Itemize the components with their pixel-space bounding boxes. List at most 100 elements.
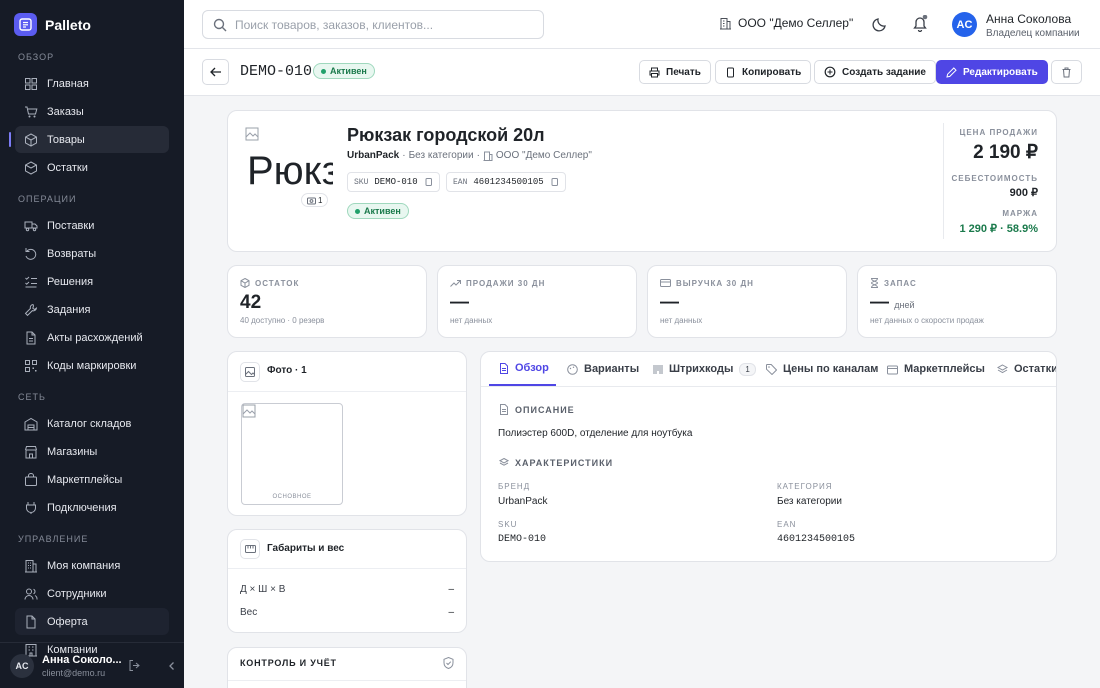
sidebar-item-stores[interactable]: Магазины (15, 438, 169, 465)
product-toolbar: DEMO-010 Активен Печать Копировать Созда… (184, 49, 1100, 96)
sidebar-item-marking-codes[interactable]: Коды маркировки (15, 352, 169, 379)
sale-price: 2 190 ₽ (973, 142, 1038, 163)
stat-value: — (450, 292, 469, 313)
hourglass-icon (870, 278, 879, 288)
printer-icon (649, 67, 660, 78)
sidebar-item-home[interactable]: Главная (15, 70, 169, 97)
document-icon (499, 404, 509, 415)
stat-card-reserve: ЗАПАС — дней нет данных о скорости прода… (857, 265, 1057, 338)
company-switcher[interactable]: ООО "Демо Селлер" (719, 16, 853, 30)
barcode-icon (653, 364, 663, 375)
stat-header: ЗАПАС (870, 278, 917, 288)
sidebar-item-label: Решения (47, 275, 94, 288)
back-button[interactable] (202, 59, 229, 85)
broken-image-icon (245, 127, 259, 141)
main-photo-thumb[interactable]: ОСНОВНОЕ (241, 403, 343, 505)
stat-sub: нет данных (660, 316, 703, 325)
sidebar-item-products[interactable]: Товары (9, 126, 169, 153)
sidebar-nav: ОБЗОР Главная Заказы Товары Остатки ОПЕР… (0, 52, 184, 664)
delete-button[interactable] (1051, 60, 1082, 84)
layers-icon (997, 363, 1008, 375)
sidebar-item-tasks[interactable]: Задания (15, 296, 169, 323)
copy-icon[interactable] (424, 177, 433, 187)
status-dot (321, 68, 326, 74)
sidebar-item-label: Поставки (47, 219, 95, 232)
tab-barcodes[interactable]: Штрихкоды 1 (653, 352, 756, 386)
copy-label: Копировать (742, 66, 802, 78)
sidebar-item-connections[interactable]: Подключения (15, 494, 169, 521)
tab-stock[interactable]: Остатки (997, 352, 1057, 386)
sidebar-item-stock[interactable]: Остатки (15, 154, 169, 181)
search-input[interactable] (235, 17, 525, 32)
control-card[interactable]: КОНТРОЛЬ И УЧЁТ (227, 647, 467, 688)
divider (228, 568, 466, 569)
cost-label: СЕБЕСТОИМОСТЬ (951, 174, 1038, 183)
brand[interactable]: Palleto (14, 13, 91, 36)
sidebar-user-email: client@demo.ru (42, 667, 106, 678)
sidebar-item-my-company[interactable]: Моя компания (15, 552, 169, 579)
sidebar-item-returns[interactable]: Возвраты (15, 240, 169, 267)
building-icon (719, 17, 732, 30)
avatar[interactable]: AC (952, 12, 977, 37)
sku-chip: SKU DEMO-010 (347, 172, 440, 192)
users-icon (24, 587, 38, 601)
logout-icon[interactable] (128, 659, 141, 672)
create-task-button[interactable]: Создать задание (814, 60, 936, 84)
sidebar-item-discrepancy-acts[interactable]: Акты расхождений (15, 324, 169, 351)
camera-icon (307, 196, 316, 205)
product-image[interactable]: Рюкз (245, 127, 333, 199)
create-task-label: Создать задание (842, 66, 926, 78)
avatar[interactable]: AC (10, 653, 34, 678)
store-icon (887, 364, 898, 375)
stat-header: ПРОДАЖИ 30 ДН (450, 278, 545, 288)
sidebar-item-supplies[interactable]: Поставки (15, 212, 169, 239)
photos-title: Фото · 1 (267, 365, 307, 376)
photo-count-chip[interactable]: 1 (301, 193, 329, 207)
bell-icon[interactable] (912, 15, 928, 32)
sidebar-item-label: Возвраты (47, 247, 97, 260)
header-user-info[interactable]: Анна Соколова Владелец компании (986, 12, 1080, 39)
sidebar-item-offer[interactable]: Оферта (15, 608, 169, 635)
tab-variants[interactable]: Варианты (567, 352, 639, 386)
tab-label: Остатки (1014, 363, 1057, 375)
tab-channel-prices[interactable]: Цены по каналам (766, 352, 878, 386)
stat-label: ЗАПАС (884, 278, 917, 288)
stat-unit: дней (894, 300, 915, 310)
dimensions-card: Габариты и вес Д × Ш × В – Вес – (227, 529, 467, 633)
sidebar-item-employees[interactable]: Сотрудники (15, 580, 169, 607)
tab-marketplaces[interactable]: Маркетплейсы (887, 352, 985, 386)
description-title: ОПИСАНИЕ (515, 404, 575, 415)
sidebar-item-warehouses[interactable]: Каталог складов (15, 410, 169, 437)
sku-chip-label: SKU (354, 177, 369, 187)
sidebar-item-orders[interactable]: Заказы (15, 98, 169, 125)
collapse-sidebar-icon[interactable] (167, 661, 177, 671)
app-name: Palleto (45, 16, 91, 33)
ruler-icon (240, 539, 260, 559)
details-panel: Обзор Варианты Штрихкоды 1 Цены по канала… (480, 351, 1057, 562)
copy-icon[interactable] (550, 177, 559, 187)
sidebar-section-title: ОБЗОР (18, 52, 55, 62)
stat-value: — (660, 292, 679, 313)
print-button[interactable]: Печать (639, 60, 711, 84)
target-icon (824, 66, 836, 78)
ean-chip: EAN 4601234500105 (446, 172, 566, 192)
list-check-icon (24, 275, 38, 289)
sidebar-item-decisions[interactable]: Решения (15, 268, 169, 295)
dark-mode-icon[interactable] (872, 16, 888, 32)
status-dot (355, 208, 360, 214)
image-alt-text: Рюкз (247, 149, 333, 193)
sidebar-item-marketplaces[interactable]: Маркетплейсы (15, 466, 169, 493)
copy-button[interactable]: Копировать (715, 60, 812, 84)
image-icon (240, 362, 260, 382)
store-icon (24, 445, 38, 459)
edit-button[interactable]: Редактировать (936, 60, 1048, 84)
field-value-ean: 4601234500105 (777, 534, 856, 545)
field-value-category: Без категории (777, 496, 842, 507)
company-name: ООО "Демо Селлер" (738, 16, 854, 30)
product-brand[interactable]: UrbanPack (347, 150, 399, 161)
tab-overview[interactable]: Обзор (489, 352, 556, 386)
stat-value-wrap: — дней (870, 292, 915, 314)
margin-value: 1 290 ₽ · 58.9% (959, 223, 1038, 235)
meta-separator: · (476, 150, 480, 161)
status-badge: Активен (347, 203, 409, 219)
